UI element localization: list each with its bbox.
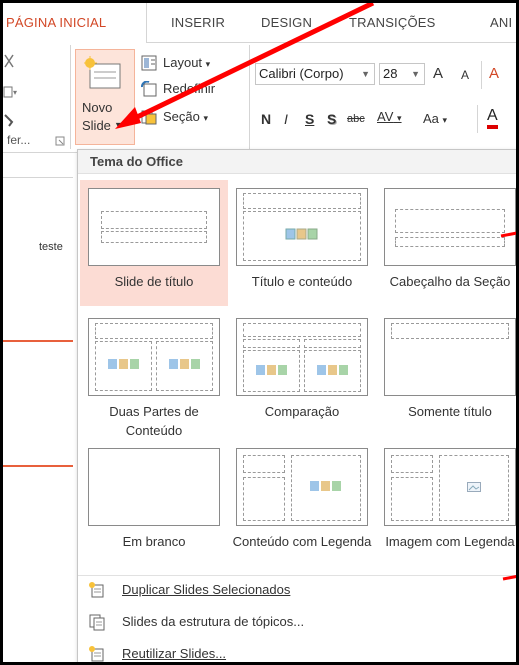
novo-slide-label-line2: Slide (82, 118, 111, 133)
ribbon: ▾ fer... Novo Slide ▼ Layout ▾ Redefinir… (3, 43, 516, 153)
menu-item-label: Slides da estrutura de tópicos... (122, 614, 305, 629)
layout-titulo-e-conteudo[interactable]: Título e conteúdo (228, 180, 376, 306)
slide-thumbnails-pane: teste (3, 153, 73, 662)
menu-duplicar-slides[interactable]: Duplicar Slides Selecionados (78, 576, 516, 604)
layout-thumbnail (236, 448, 368, 526)
menu-slides-estrutura-topicos[interactable]: Slides da estrutura de tópicos... (78, 608, 516, 636)
layout-thumbnail (88, 188, 220, 266)
layout-label: Título e conteúdo (251, 274, 353, 289)
content-placeholder-icon (310, 481, 341, 491)
tab-transicoes[interactable]: TRANSIÇÕES (349, 3, 436, 43)
grow-font-button[interactable]: A (433, 65, 443, 82)
layout-somente-titulo[interactable]: Somente título (376, 310, 516, 436)
tab-pagina-inicial[interactable]: PÁGINA INICIAL (3, 3, 147, 44)
picture-placeholder-icon (467, 482, 481, 492)
layout-conteudo-com-legenda[interactable]: Conteúdo com Legenda (228, 440, 376, 566)
layout-label: Comparação (264, 404, 340, 419)
new-slide-icon (84, 56, 121, 89)
slide-thumbnail-text[interactable]: teste (39, 241, 63, 253)
novo-slide-label-line1: Novo (82, 100, 113, 115)
content-placeholder-icon (256, 365, 287, 375)
layout-comparacao[interactable]: Comparação (228, 310, 376, 436)
ribbon-separator (70, 45, 71, 149)
layout-icon (141, 55, 157, 71)
ribbon-separator (481, 61, 482, 89)
layout-thumbnail (88, 448, 220, 526)
character-spacing-button[interactable]: AV ▾ (377, 109, 402, 124)
content-placeholder-icon (317, 365, 348, 375)
layout-label: Slide de título (114, 274, 194, 289)
layout-label: Somente título (408, 404, 492, 419)
svg-text:▾: ▾ (13, 88, 17, 97)
format-painter-icon[interactable] (3, 113, 17, 129)
layout-label: Duas Partes de Conteúdo (109, 404, 199, 438)
font-name-combo[interactable]: Calibri (Corpo) ▼ (255, 63, 375, 85)
novo-slide-button[interactable]: Novo Slide ▼ (75, 49, 135, 145)
clear-format-icon[interactable]: A (489, 65, 499, 82)
menu-item-label: Reutilizar Slides... (122, 646, 227, 661)
layout-thumbnail (236, 318, 368, 396)
bold-button[interactable]: N (261, 111, 271, 127)
layout-em-branco[interactable]: Em branco (80, 440, 228, 566)
ribbon-separator (249, 45, 250, 149)
layout-label: Cabeçalho da Seção (389, 274, 511, 289)
gallery-header: Tema do Office (78, 150, 516, 174)
ribbon-separator (477, 105, 478, 133)
layout-imagem-com-legenda[interactable]: Imagem com Legenda (376, 440, 516, 566)
layout-thumbnail (236, 188, 368, 266)
dialog-launcher-icon[interactable] (55, 136, 65, 146)
powerpoint-window: PÁGINA INICIAL INSERIR DESIGN TRANSIÇÕES… (0, 0, 519, 665)
slide-thumbnail-border (3, 340, 73, 342)
strikethrough-button[interactable]: abc (347, 113, 365, 125)
shrink-font-button[interactable]: A (461, 68, 469, 82)
layout-thumbnail (384, 318, 516, 396)
reset-icon (141, 81, 157, 97)
copy-icon[interactable]: ▾ (3, 85, 17, 101)
layout-label: Conteúdo com Legenda (232, 534, 372, 549)
font-size-combo[interactable]: 28 ▼ (379, 63, 425, 85)
change-case-button[interactable]: Aa ▾ (423, 111, 447, 126)
menu-item-label: Duplicar Slides Selecionados (122, 582, 291, 597)
layout-label: Imagem com Legenda (385, 534, 515, 549)
pane-divider (3, 177, 73, 178)
outline-slides-icon (89, 614, 105, 631)
scissors-icon[interactable] (3, 53, 17, 71)
layout-thumbnail (384, 448, 516, 526)
tab-animacoes[interactable]: ANI (490, 3, 512, 43)
duplicate-slides-icon (89, 582, 104, 598)
layout-label: Em branco (122, 534, 186, 549)
layout-slide-de-titulo[interactable]: Slide de título (80, 180, 228, 306)
ribbon-tabs: PÁGINA INICIAL INSERIR DESIGN TRANSIÇÕES… (3, 3, 516, 44)
layout-thumbnail (384, 188, 516, 266)
layout-cabecalho-da-secao[interactable]: Cabeçalho da Seção (376, 180, 516, 306)
underline-button[interactable]: S (305, 111, 314, 127)
section-icon (141, 110, 157, 125)
content-placeholder-icon (285, 228, 318, 240)
chevron-down-icon: ▼ (114, 120, 123, 130)
redefinir-button[interactable]: Redefinir (163, 81, 215, 96)
menu-reutilizar-slides[interactable]: Reutilizar Slides... (78, 640, 516, 662)
content-placeholder-icon (169, 359, 200, 369)
clipboard-group-label: fer... (7, 133, 31, 147)
tab-design[interactable]: DESIGN (261, 3, 312, 43)
shadow-button[interactable]: S (327, 111, 336, 127)
secao-button[interactable]: Seção ▾ (163, 109, 208, 124)
layout-thumbnail (88, 318, 220, 396)
reuse-slides-icon (89, 646, 104, 662)
new-slide-layout-gallery: Tema do Office Slide de título Título e … (77, 149, 516, 662)
tab-inserir[interactable]: INSERIR (171, 3, 225, 43)
layout-duas-partes-de-conteudo[interactable]: Duas Partes de Conteúdo (80, 310, 228, 438)
font-color-button[interactable]: A (487, 107, 498, 129)
italic-button[interactable]: I (284, 111, 288, 127)
layout-button[interactable]: Layout ▾ (163, 55, 210, 70)
content-placeholder-icon (108, 359, 139, 369)
slide-thumbnail-border (3, 465, 73, 467)
